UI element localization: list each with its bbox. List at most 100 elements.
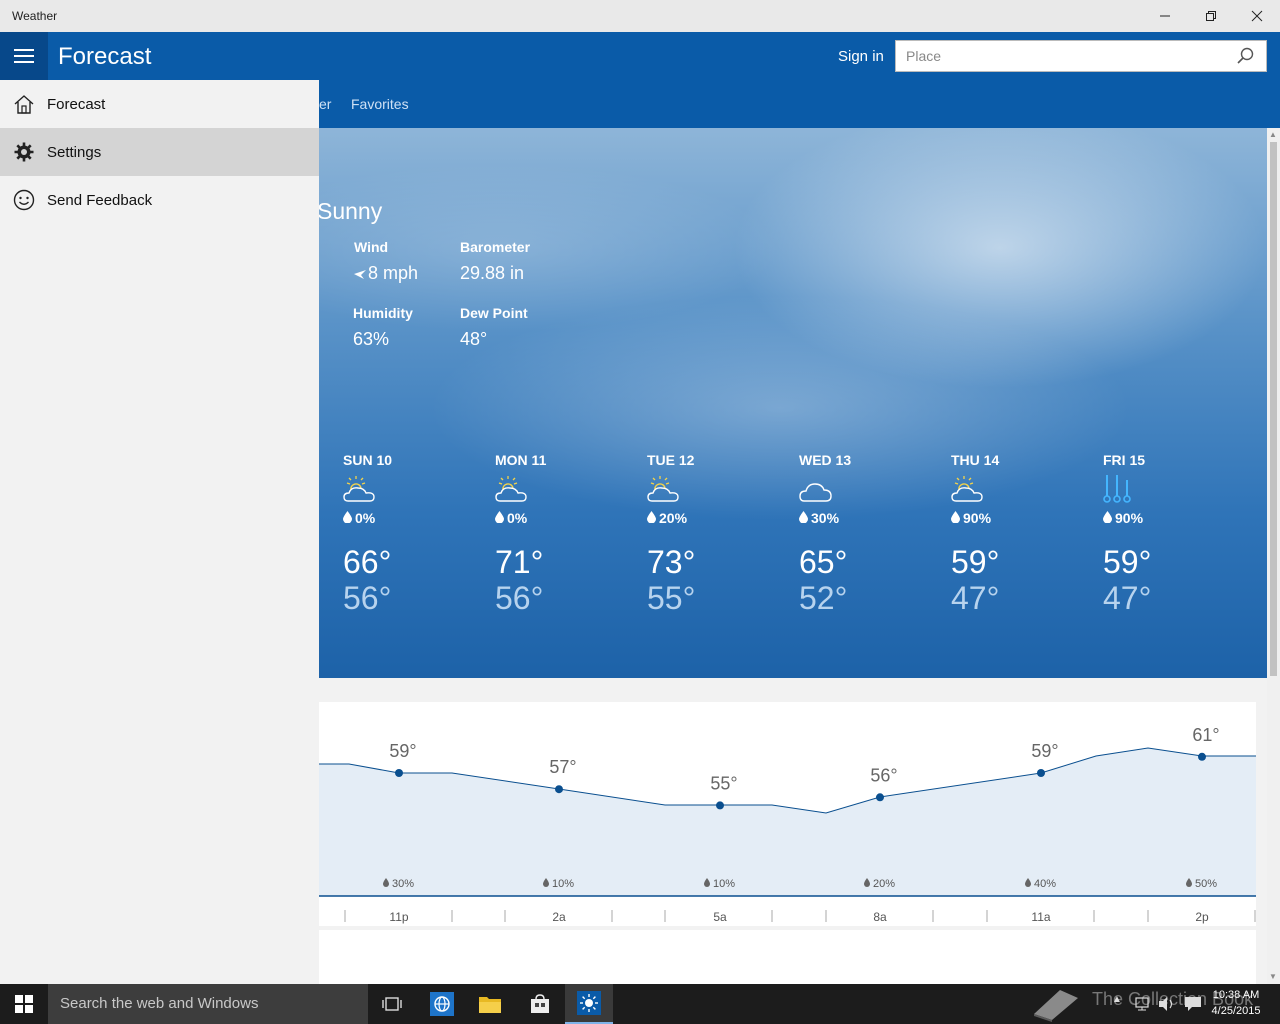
precip-label: 50% bbox=[1195, 878, 1217, 890]
clock-date: 4/25/2015 bbox=[1211, 1005, 1261, 1017]
book-logo-icon bbox=[1030, 986, 1082, 1024]
minimize-icon bbox=[1160, 15, 1170, 17]
raindrop-icon bbox=[495, 510, 504, 526]
scroll-up-icon[interactable]: ▲ bbox=[1269, 130, 1277, 139]
tab-partial[interactable]: er bbox=[319, 96, 331, 112]
hourly-chart-svg: 59° 30% 11p 57° 10% 2a 55° 10% 5a 56° 20% 8a 59° 40% 1… bbox=[319, 725, 1256, 924]
close-icon bbox=[1251, 10, 1263, 22]
place-search-box bbox=[895, 40, 1267, 72]
task-view-button[interactable] bbox=[368, 984, 416, 1024]
daily-forecast-day[interactable]: THU 14 90% 59° 47° bbox=[951, 452, 1071, 616]
weather-app-button[interactable] bbox=[565, 984, 613, 1024]
partly-sunny-icon bbox=[647, 474, 767, 506]
daily-forecast-day[interactable]: TUE 12 20% 73° 55° bbox=[647, 452, 767, 616]
precip-value: 0% bbox=[355, 510, 376, 526]
high-temp: 73° bbox=[647, 544, 696, 580]
tab-favorites[interactable]: Favorites bbox=[351, 96, 409, 112]
close-button[interactable] bbox=[1234, 0, 1280, 32]
scrollbar-thumb[interactable] bbox=[1270, 142, 1277, 676]
volume-icon[interactable] bbox=[1158, 996, 1176, 1017]
hamburger-icon bbox=[14, 49, 34, 63]
high-temp: 66° bbox=[343, 544, 392, 580]
precip-label: 40% bbox=[1034, 878, 1056, 890]
store-icon bbox=[531, 994, 549, 1013]
network-icon[interactable] bbox=[1134, 996, 1152, 1017]
temp-point bbox=[1198, 752, 1206, 761]
precip-chance: 30% bbox=[799, 510, 919, 526]
precip-chance: 0% bbox=[343, 510, 463, 526]
raindrop-icon bbox=[647, 510, 656, 526]
start-button[interactable] bbox=[0, 984, 48, 1024]
daily-forecast-day[interactable]: MON 11 0% 71° 56° bbox=[495, 452, 615, 616]
hamburger-button[interactable] bbox=[0, 32, 48, 80]
sign-in-link[interactable]: Sign in bbox=[838, 48, 884, 65]
chart-area bbox=[319, 748, 1256, 896]
temp-label: 59° bbox=[1031, 741, 1058, 761]
dewpoint-value: 48° bbox=[460, 329, 488, 349]
high-temp: 59° bbox=[1103, 544, 1152, 580]
wind-direction-icon bbox=[354, 269, 366, 279]
temp-label: 55° bbox=[710, 773, 737, 793]
taskbar: Search the web and Windows The Collectio… bbox=[0, 984, 1280, 1024]
precip-label: 20% bbox=[873, 878, 895, 890]
day-name: TUE 12 bbox=[647, 452, 695, 468]
navigation-pane: Forecast Settings Send Feedback bbox=[0, 80, 319, 984]
title-bar: Weather bbox=[0, 0, 1280, 32]
vertical-scrollbar[interactable]: ▲ ▼ bbox=[1267, 128, 1280, 984]
home-icon bbox=[0, 94, 47, 114]
precip-chance: 90% bbox=[1103, 510, 1223, 526]
action-center-icon[interactable] bbox=[1184, 996, 1202, 1017]
high-temp: 71° bbox=[495, 544, 544, 580]
day-name: FRI 15 bbox=[1103, 452, 1146, 468]
search-icon[interactable] bbox=[1236, 47, 1254, 70]
dewpoint-label: Dew Point bbox=[460, 305, 528, 321]
show-hidden-icons-icon[interactable]: ▲ bbox=[1112, 994, 1122, 1005]
high-temp: 59° bbox=[951, 544, 1000, 580]
file-explorer-button[interactable] bbox=[466, 984, 514, 1024]
humidity-label: Humidity bbox=[353, 305, 413, 321]
scroll-down-icon[interactable]: ▼ bbox=[1269, 972, 1277, 981]
time-label: 11p bbox=[389, 910, 408, 924]
place-search-input[interactable] bbox=[906, 41, 1226, 71]
daily-forecast-day[interactable]: WED 13 30% 65° 52° bbox=[799, 452, 919, 616]
minimize-button[interactable] bbox=[1142, 0, 1188, 32]
time-label: 2p bbox=[1195, 910, 1209, 924]
time-label: 2a bbox=[552, 910, 566, 924]
day-name: THU 14 bbox=[951, 452, 1000, 468]
partly-sunny-icon bbox=[951, 474, 1071, 506]
partly-sunny-icon bbox=[343, 474, 463, 506]
temp-point bbox=[555, 785, 563, 794]
clock-time: 10:38 AM bbox=[1212, 989, 1260, 1001]
partly-sunny-icon bbox=[495, 474, 615, 506]
taskbar-clock[interactable]: 10:38 AM 4/25/2015 bbox=[1206, 987, 1266, 1019]
raindrop-icon bbox=[1103, 510, 1112, 526]
cloudy-icon bbox=[799, 474, 919, 506]
low-temp: 56° bbox=[343, 580, 392, 616]
time-label: 8a bbox=[873, 910, 887, 924]
restore-button[interactable] bbox=[1188, 0, 1234, 32]
daily-forecast-day[interactable]: FRI 15 90% 59° 47° bbox=[1103, 452, 1223, 616]
browser-button[interactable] bbox=[418, 984, 466, 1024]
day-name: MON 11 bbox=[495, 452, 547, 468]
taskbar-search[interactable]: Search the web and Windows bbox=[48, 984, 368, 1024]
daily-forecast-day[interactable]: SUN 10 0% 66° 56° bbox=[343, 452, 463, 616]
precip-label: 10% bbox=[713, 878, 735, 890]
browser-icon bbox=[430, 992, 454, 1016]
current-condition: Sunny bbox=[317, 198, 383, 224]
temp-point bbox=[1037, 769, 1045, 777]
store-button[interactable] bbox=[516, 984, 564, 1024]
nav-item-label: Settings bbox=[47, 143, 102, 161]
nav-item-send-feedback[interactable]: Send Feedback bbox=[0, 176, 319, 224]
precip-chance: 20% bbox=[647, 510, 767, 526]
precip-label: 30% bbox=[392, 878, 414, 890]
restore-icon bbox=[1206, 11, 1216, 21]
low-temp: 56° bbox=[495, 580, 544, 616]
precip-value: 20% bbox=[659, 510, 688, 526]
temp-point bbox=[716, 801, 724, 810]
nav-item-forecast[interactable]: Forecast bbox=[0, 80, 319, 128]
humidity-value: 63% bbox=[353, 329, 390, 349]
raindrop-icon bbox=[799, 510, 808, 526]
folder-icon bbox=[479, 997, 501, 1013]
nav-item-settings[interactable]: Settings bbox=[0, 128, 319, 176]
raindrop-icon bbox=[343, 510, 352, 526]
